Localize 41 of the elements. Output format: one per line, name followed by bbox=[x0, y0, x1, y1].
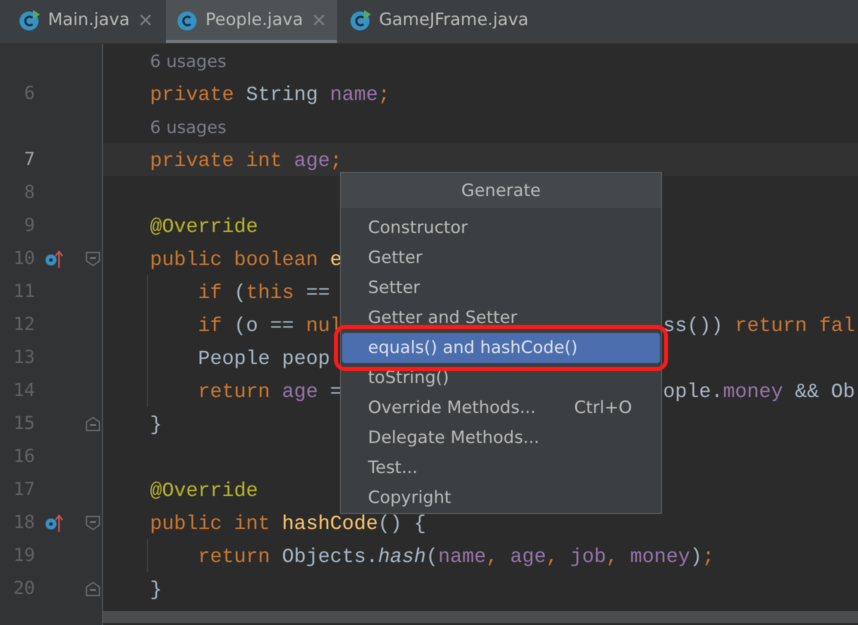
menu-item[interactable]: toString() bbox=[342, 363, 660, 393]
override-icon[interactable] bbox=[44, 513, 64, 533]
usages-hint[interactable]: 6 usages bbox=[150, 52, 226, 72]
code-line: } bbox=[150, 578, 162, 602]
shortcut-label: Ctrl+O bbox=[574, 398, 632, 418]
menu-item[interactable]: equals() and hashCode() bbox=[342, 333, 660, 363]
code-line: ss()) return fal bbox=[662, 314, 855, 338]
menu-item[interactable]: Override Methods... Ctrl+O bbox=[342, 393, 660, 423]
code-line: if (this == bbox=[198, 282, 330, 304]
code-line: @Override bbox=[150, 216, 258, 238]
fold-icon[interactable] bbox=[85, 515, 101, 531]
code-line: } bbox=[150, 414, 162, 436]
code-line: private String name; bbox=[150, 84, 390, 106]
tab-label: GameJFrame.java bbox=[378, 10, 529, 30]
fold-icon[interactable] bbox=[85, 416, 101, 432]
tab-label: People.java bbox=[206, 10, 304, 30]
editor-tab[interactable]: People.java × bbox=[166, 0, 337, 43]
editor-tab[interactable]: GameJFrame.java bbox=[338, 0, 539, 43]
editor-tab[interactable]: Main.java × bbox=[8, 0, 164, 43]
menu-item[interactable]: Delegate Methods... bbox=[342, 423, 660, 453]
menu-item[interactable]: Constructor bbox=[342, 213, 660, 243]
menu-item[interactable]: Getter and Setter bbox=[342, 303, 660, 333]
popup-title: Generate bbox=[341, 173, 661, 208]
code-line: public int hashCode() { bbox=[150, 512, 426, 536]
code-line: private int age; bbox=[150, 150, 342, 172]
menu-item[interactable]: Getter bbox=[342, 243, 660, 273]
code-line: return Objects.hash(name, age, job, money); bbox=[198, 546, 714, 568]
line-number: 7 bbox=[23, 149, 35, 170]
code-line: People peop bbox=[198, 348, 330, 370]
code-line: public boolean e bbox=[150, 248, 342, 272]
code-line: @Override bbox=[150, 480, 258, 502]
usages-hint[interactable]: 6 usages bbox=[150, 118, 226, 138]
override-icon[interactable] bbox=[44, 249, 64, 269]
menu-item[interactable]: Copyright bbox=[342, 483, 660, 513]
fold-icon[interactable] bbox=[85, 581, 101, 597]
fold-icon[interactable] bbox=[85, 251, 101, 267]
menu-item[interactable]: Setter bbox=[342, 273, 660, 303]
code-line: ople.money && Ob bbox=[662, 380, 855, 404]
horizontal-scrollbar[interactable] bbox=[103, 611, 858, 623]
menu-item[interactable]: Test... bbox=[342, 453, 660, 483]
tab-label: Main.java bbox=[48, 10, 130, 30]
